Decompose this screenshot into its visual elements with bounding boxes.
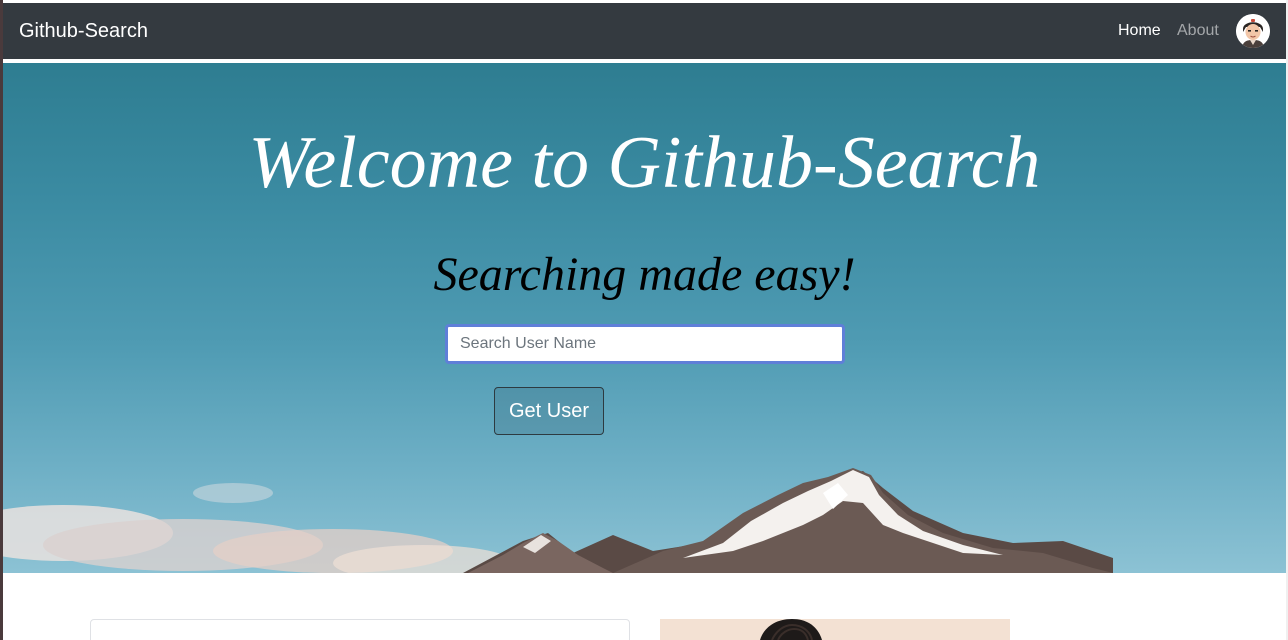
get-user-button[interactable]: Get User [494,387,604,435]
avatar-illustration [1236,14,1270,48]
profile-image-card [660,619,1010,640]
profile-image-hair [760,619,822,640]
nav-link-home[interactable]: Home [1118,21,1161,41]
page: Github-Search Home About Welcome to Gith… [0,0,1288,640]
hero-subtitle: Searching made easy! [433,248,856,301]
user-details-card [90,619,630,640]
hero-banner: Welcome to Github-Search Searching made … [3,63,1286,573]
navbar-brand-link[interactable]: Github-Search [19,19,148,43]
hero-title: Welcome to Github-Search [248,122,1041,204]
search-username-input[interactable] [445,324,845,364]
user-avatar-icon[interactable] [1236,14,1270,48]
navbar: Github-Search Home About [3,3,1286,59]
nav-link-about[interactable]: About [1177,21,1219,41]
